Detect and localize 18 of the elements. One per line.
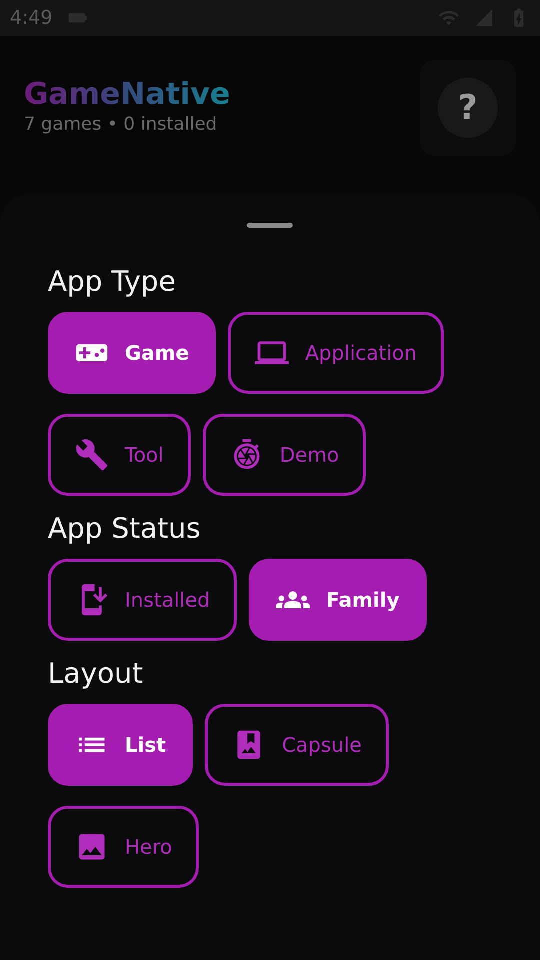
- filter-chip[interactable]: Tool: [48, 414, 191, 496]
- signal-icon: [474, 8, 494, 28]
- section-title: App Type: [48, 265, 176, 298]
- filter-chip[interactable]: Demo: [202, 414, 366, 496]
- filter-chip[interactable]: Capsule: [205, 704, 389, 786]
- library-summary: 7 games • 0 installed: [24, 114, 218, 135]
- filter-chip[interactable]: Family: [249, 559, 427, 641]
- drag-handle[interactable]: [247, 223, 293, 228]
- status-time: 4:49: [10, 7, 53, 29]
- filter-chip[interactable]: Application: [228, 312, 444, 394]
- filter-chip[interactable]: List: [48, 704, 194, 786]
- filter-chip[interactable]: Game: [48, 312, 216, 394]
- section-title: App Status: [48, 512, 201, 545]
- filter-chip[interactable]: Hero: [48, 806, 200, 888]
- help-button[interactable]: ?: [438, 78, 498, 138]
- section-title: Layout: [48, 657, 144, 690]
- filter-chip[interactable]: Installed: [48, 559, 238, 641]
- wrench-icon: [75, 438, 109, 472]
